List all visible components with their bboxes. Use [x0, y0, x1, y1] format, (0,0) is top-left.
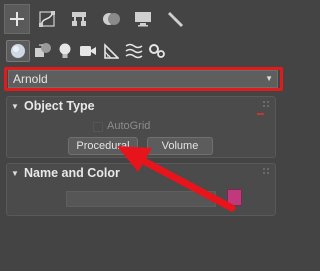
annotation-arrow [117, 146, 236, 212]
